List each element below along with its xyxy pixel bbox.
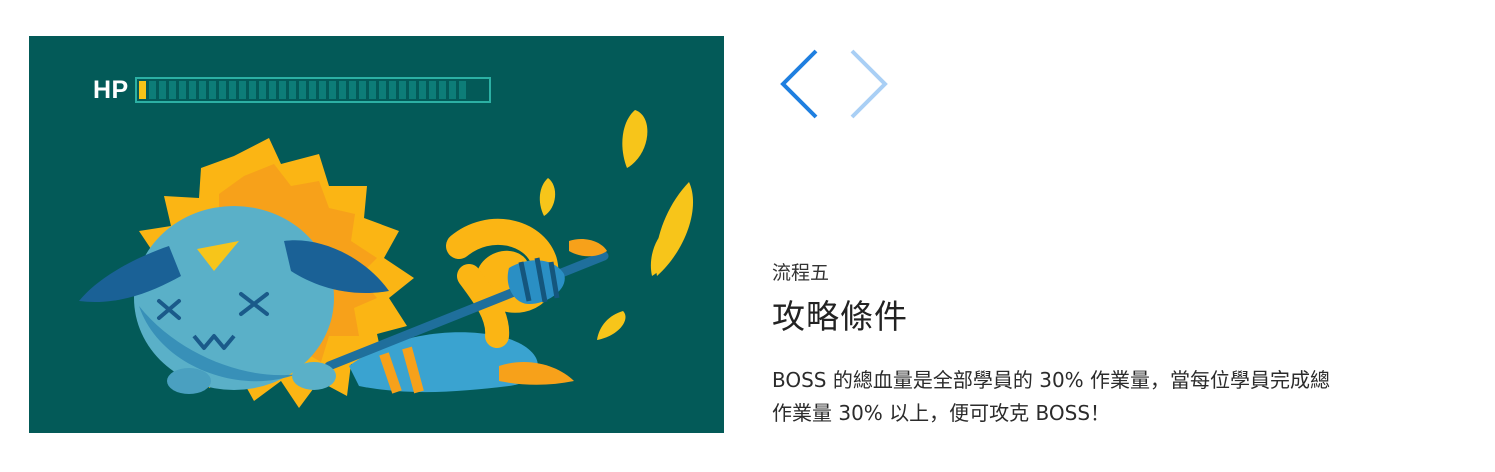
hp-segment: [438, 81, 446, 99]
hp-segment: [378, 81, 386, 99]
hp-segment: [188, 81, 196, 99]
hp-segment: [288, 81, 296, 99]
hp-segment: [278, 81, 286, 99]
step-description: BOSS 的總血量是全部學員的 30% 作業量，當每位學員完成總 作業量 30%…: [772, 364, 1472, 430]
hp-segment: [348, 81, 356, 99]
hp-segment: [208, 81, 216, 99]
slide-navigation: [770, 46, 898, 122]
chevron-left-icon: [780, 49, 818, 119]
next-button[interactable]: [840, 46, 898, 122]
hp-segment: [138, 81, 146, 99]
hp-segment: [238, 81, 246, 99]
hp-segment: [158, 81, 166, 99]
hp-segment: [398, 81, 406, 99]
hp-meter: HP: [93, 76, 491, 104]
description-line-2: 作業量 30% 以上，便可攻克 BOSS！: [772, 401, 1111, 425]
boss-illustration: HP: [29, 36, 724, 433]
hp-segment: [248, 81, 256, 99]
hp-segment: [298, 81, 306, 99]
hp-segment: [458, 81, 466, 99]
hp-segment: [268, 81, 276, 99]
hp-segment: [368, 81, 376, 99]
chevron-right-icon: [850, 49, 888, 119]
hp-segment: [178, 81, 186, 99]
hp-segment: [198, 81, 206, 99]
hp-segment: [168, 81, 176, 99]
hp-segment: [328, 81, 336, 99]
hp-bar: [134, 77, 491, 103]
hp-segment: [258, 81, 266, 99]
hp-segment: [228, 81, 236, 99]
prev-button[interactable]: [770, 46, 828, 122]
hp-segment: [418, 81, 426, 99]
hp-segment: [408, 81, 416, 99]
hp-segment: [428, 81, 436, 99]
hp-segment: [358, 81, 366, 99]
step-title: 攻略條件: [772, 297, 908, 336]
hp-segment: [308, 81, 316, 99]
hp-label: HP: [93, 75, 129, 104]
hp-segment: [218, 81, 226, 99]
hp-segment: [388, 81, 396, 99]
hp-segment: [318, 81, 326, 99]
hp-segment: [148, 81, 156, 99]
hp-segment: [338, 81, 346, 99]
description-line-1: BOSS 的總血量是全部學員的 30% 作業量，當每位學員完成總: [772, 368, 1331, 392]
step-label: 流程五: [772, 262, 830, 284]
hp-segment: [448, 81, 456, 99]
